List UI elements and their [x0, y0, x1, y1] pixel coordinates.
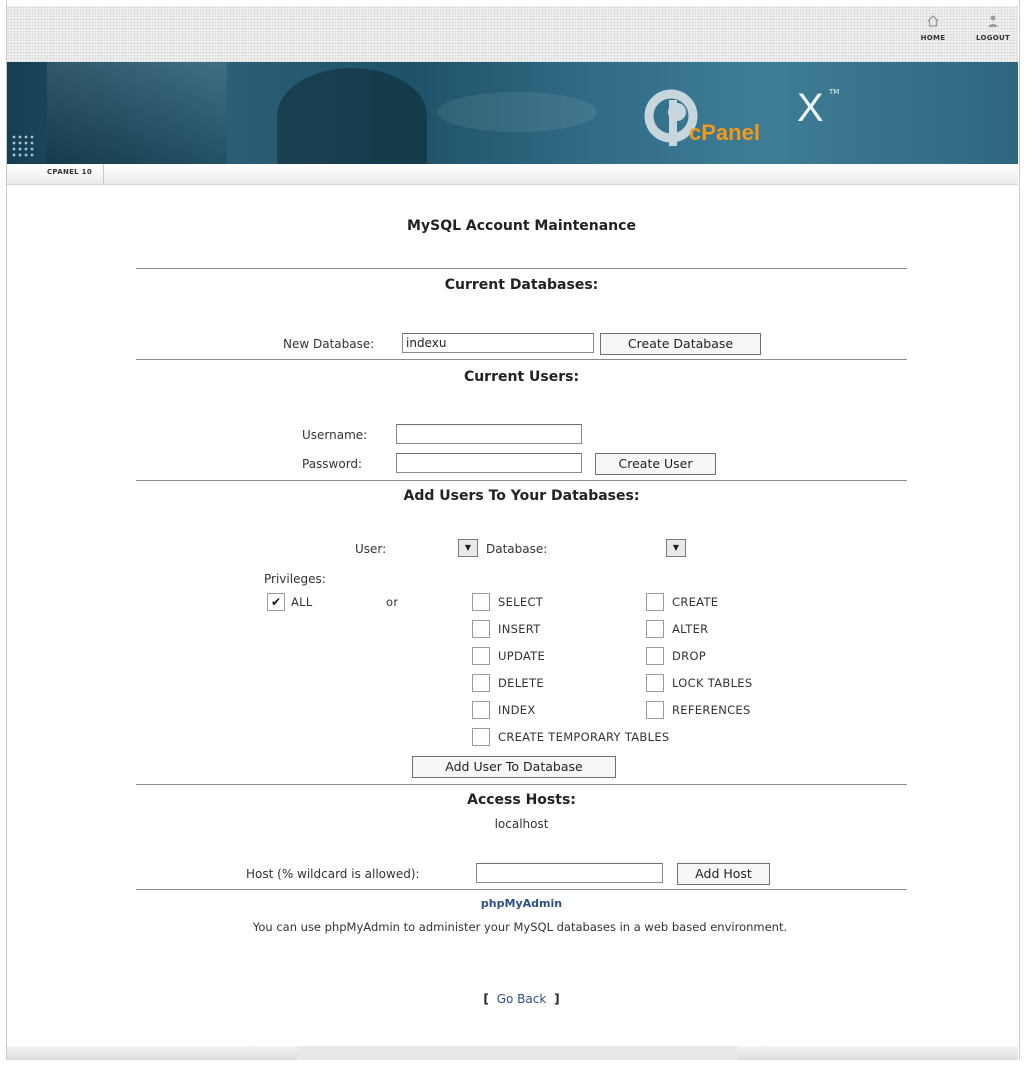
- divider: [136, 889, 907, 890]
- divider: [136, 359, 907, 360]
- phpmyadmin-link[interactable]: phpMyAdmin: [136, 897, 907, 910]
- privilege-lock-tables-label: LOCK TABLES: [672, 676, 753, 690]
- password-input[interactable]: [396, 453, 582, 473]
- host-list-item: localhost: [494, 817, 549, 831]
- bottom-bar: [7, 1046, 1018, 1060]
- privilege-all-label: ALL: [291, 595, 313, 609]
- phpmyadmin-description: You can use phpMyAdmin to administer you…: [252, 920, 788, 934]
- privilege-references-label: REFERENCES: [672, 703, 751, 717]
- username-input[interactable]: [396, 424, 582, 444]
- privilege-insert-checkbox[interactable]: [472, 620, 490, 638]
- privilege-select-label: SELECT: [498, 595, 544, 609]
- go-back-link[interactable]: Go Back: [497, 992, 547, 1006]
- go-back-bracket-close: ]: [554, 992, 560, 1006]
- host-input[interactable]: [476, 863, 663, 883]
- or-label: or: [386, 595, 399, 609]
- bottom-bar-center: [297, 1046, 737, 1060]
- privilege-delete-checkbox[interactable]: [472, 674, 490, 692]
- privilege-index-checkbox[interactable]: [472, 701, 490, 719]
- privilege-references-checkbox[interactable]: [646, 701, 664, 719]
- privilege-delete-label: DELETE: [498, 676, 544, 690]
- privilege-alter-label: ALTER: [672, 622, 709, 636]
- privilege-alter-checkbox[interactable]: [646, 620, 664, 638]
- host-label: Host (% wildcard is allowed):: [246, 867, 420, 881]
- privileges-label: Privileges:: [264, 572, 326, 586]
- new-database-input[interactable]: [402, 333, 594, 353]
- current-databases-heading: Current Databases:: [444, 277, 599, 293]
- database-select[interactable]: ▼: [666, 539, 686, 557]
- divider: [136, 480, 907, 481]
- new-database-label: New Database:: [283, 337, 375, 351]
- privilege-create-label: CREATE: [672, 595, 719, 609]
- add-users-heading: Add Users To Your Databases:: [403, 488, 640, 504]
- create-database-button[interactable]: Create Database: [600, 333, 761, 355]
- privilege-drop-label: DROP: [672, 649, 707, 663]
- add-host-button[interactable]: Add Host: [677, 863, 770, 885]
- dropdown-arrow-icon: ▼: [464, 543, 472, 552]
- access-hosts-heading: Access Hosts:: [467, 792, 576, 808]
- privilege-all-checkbox[interactable]: ✔: [267, 593, 285, 611]
- add-user-to-database-button[interactable]: Add User To Database: [412, 756, 616, 778]
- page-title: MySQL Account Maintenance: [407, 218, 636, 234]
- go-back-link-wrapper: [ Go Back ]: [136, 992, 907, 1006]
- privilege-drop-checkbox[interactable]: [646, 647, 664, 665]
- privilege-create-temporary-tables-label: CREATE TEMPORARY TABLES: [498, 730, 670, 744]
- privilege-index-label: INDEX: [498, 703, 536, 717]
- database-label: Database:: [486, 542, 548, 556]
- current-users-heading: Current Users:: [463, 369, 580, 385]
- divider: [136, 784, 907, 785]
- privilege-update-checkbox[interactable]: [472, 647, 490, 665]
- divider: [136, 268, 907, 269]
- user-label: User:: [355, 542, 387, 556]
- user-select[interactable]: ▼: [458, 539, 478, 557]
- privilege-create-temporary-tables-checkbox[interactable]: [472, 728, 490, 746]
- privilege-lock-tables-checkbox[interactable]: [646, 674, 664, 692]
- privilege-select-checkbox[interactable]: [472, 593, 490, 611]
- privilege-create-checkbox[interactable]: [646, 593, 664, 611]
- username-label: Username:: [302, 428, 368, 442]
- create-user-button[interactable]: Create User: [595, 453, 716, 475]
- dropdown-arrow-icon: ▼: [672, 543, 680, 552]
- checkmark-icon: ✔: [270, 595, 282, 609]
- main-content: MySQL Account Maintenance Current Databa…: [0, 0, 1026, 1065]
- password-label: Password:: [302, 457, 363, 471]
- go-back-bracket-open: [: [483, 992, 489, 1006]
- privilege-update-label: UPDATE: [498, 649, 546, 663]
- privilege-insert-label: INSERT: [498, 622, 541, 636]
